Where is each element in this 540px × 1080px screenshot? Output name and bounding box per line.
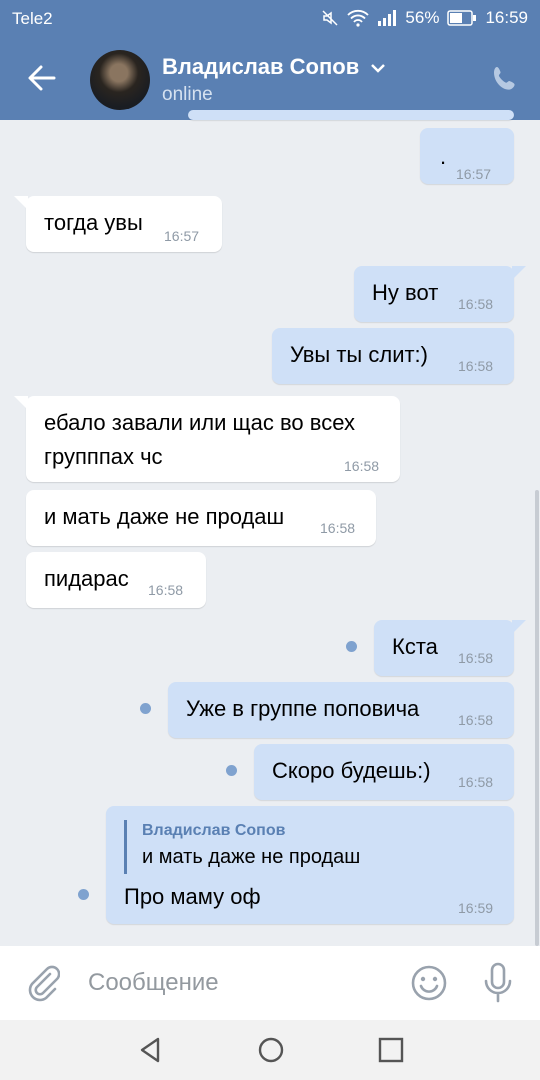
message-bubble-outgoing[interactable]: Уже в группе поповича 16:58 [168, 682, 514, 738]
nav-recents-icon[interactable] [376, 1035, 406, 1065]
message-text: пидарас [44, 566, 129, 591]
chevron-down-icon[interactable] [370, 62, 386, 74]
bubble-tail [14, 196, 28, 210]
bubble-tail [14, 396, 28, 410]
message-bubble-reply[interactable]: Владислав Сопов и мать даже не продаш Пр… [106, 806, 514, 924]
message-text: Скоро будешь:) [272, 758, 431, 783]
message-bubble-incoming[interactable]: пидарас 16:58 [26, 552, 206, 608]
microphone-icon[interactable] [482, 962, 514, 1004]
message-bubble-incoming[interactable]: и мать даже не продаш 16:58 [26, 490, 376, 546]
message-bubble-outgoing[interactable]: Ну вот 16:58 [354, 266, 526, 322]
message-bubble-outgoing[interactable]: Увы ты слит:) 16:58 [272, 328, 514, 384]
message-bubble-outgoing[interactable]: . 16:57 [420, 128, 514, 184]
contact-name[interactable]: Владислав Сопов [162, 54, 359, 80]
message-time: 16:57 [164, 228, 200, 244]
message-input[interactable] [86, 962, 390, 1004]
reply-quoted-text: и мать даже не продаш [142, 846, 361, 868]
message-text: ебало завали или щас во всех [44, 410, 355, 435]
carrier-name: Tele2 [12, 9, 53, 28]
nav-home-icon[interactable] [256, 1035, 286, 1065]
battery-percent: 56% [405, 8, 440, 27]
message-list[interactable]: . 16:57 тогда увы 16:57 Ну вот 16:58 Увы… [0, 110, 540, 946]
message-text: . [440, 144, 447, 169]
message-time: 16:58 [458, 296, 494, 312]
unread-indicator [140, 703, 151, 714]
message-time: 16:58 [148, 582, 184, 598]
message-text: и мать даже не продаш [44, 504, 285, 529]
message-text: тогда увы [44, 210, 143, 235]
emoji-icon[interactable] [410, 964, 448, 1002]
message-text: Ну вот [372, 280, 439, 305]
message-text: Кста [392, 634, 438, 659]
avatar[interactable] [90, 50, 150, 110]
nav-back-icon[interactable] [136, 1035, 166, 1065]
contact-status: online [162, 84, 213, 105]
unread-indicator [346, 641, 357, 652]
message-composer [0, 946, 540, 1020]
message-bubble-outgoing[interactable]: Скоро будешь:) 16:58 [254, 744, 514, 800]
unread-indicator [226, 765, 237, 776]
back-arrow-icon[interactable] [24, 60, 60, 96]
message-bubble-partial[interactable] [188, 110, 514, 120]
bubble-tail [512, 266, 526, 280]
message-bubble-incoming[interactable]: ебало завали или щас во всех групппах чс… [14, 396, 400, 482]
battery-icon [447, 10, 477, 26]
message-time: 16:58 [320, 520, 356, 536]
reply-quote-bar [124, 820, 127, 874]
message-bubble-incoming[interactable]: тогда увы 16:57 [14, 196, 222, 252]
message-time: 16:58 [458, 650, 494, 666]
message-text: Увы ты слит:) [290, 342, 428, 367]
message-time: 16:58 [458, 712, 494, 728]
message-time: 16:58 [458, 774, 494, 790]
system-nav-bar [0, 1020, 540, 1080]
unread-indicator [78, 889, 89, 900]
message-text-line2: групппах чс [44, 444, 163, 469]
scrollbar[interactable] [535, 490, 539, 946]
message-text: Про маму оф [124, 884, 261, 909]
message-time: 16:59 [458, 900, 494, 916]
message-time: 16:57 [456, 166, 492, 182]
chat-header: Владислав Сопов online [0, 38, 540, 120]
bubble-tail [512, 620, 526, 634]
status-bar: Tele2 56% 16:59 [0, 0, 540, 38]
message-text: Уже в группе поповича [186, 696, 420, 721]
reply-author: Владислав Сопов [142, 822, 286, 839]
message-bubble-outgoing[interactable]: Кста 16:58 [374, 620, 526, 676]
message-time: 16:58 [344, 458, 380, 474]
status-icons: 56% 16:59 [321, 8, 528, 28]
phone-icon[interactable] [490, 64, 520, 94]
message-time: 16:58 [458, 358, 494, 374]
wifi-icon [347, 9, 370, 27]
signal-icon [378, 10, 397, 26]
mute-icon [322, 10, 338, 26]
clock: 16:59 [485, 8, 528, 27]
paperclip-icon[interactable] [26, 964, 60, 1002]
